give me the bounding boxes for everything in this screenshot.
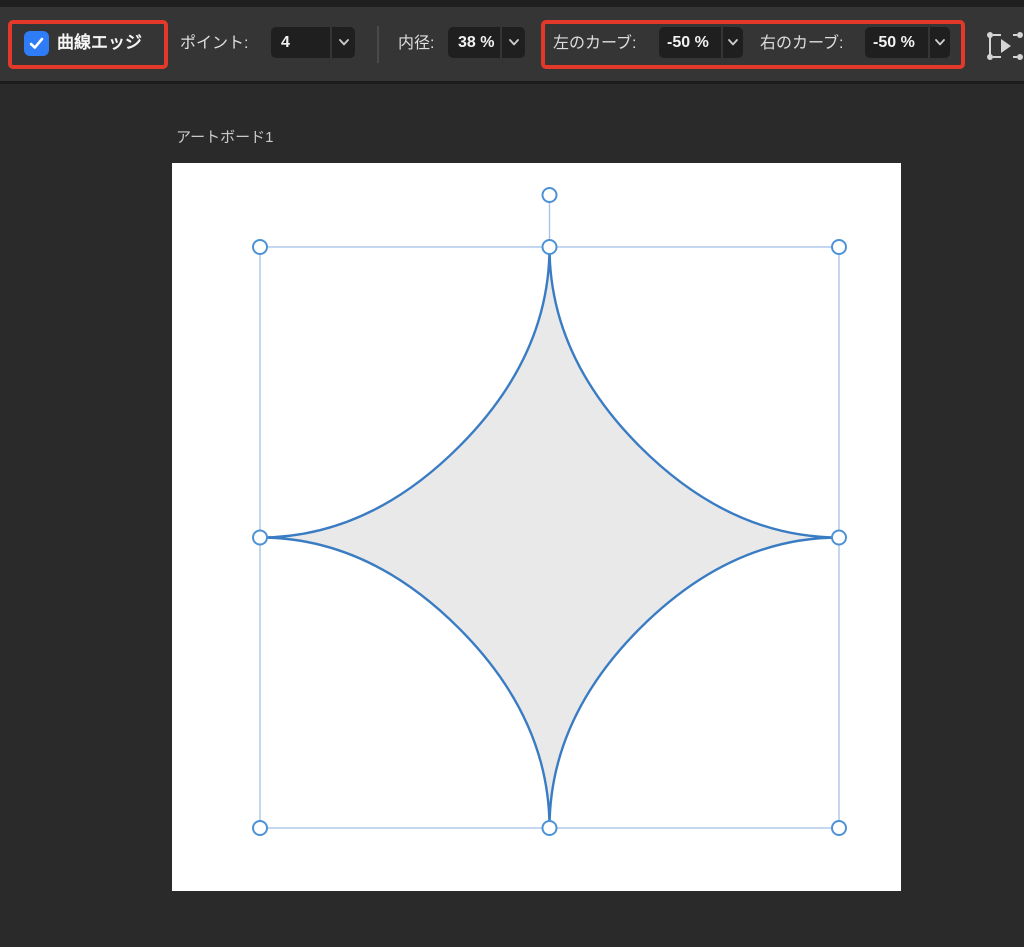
inner-radius-dropdown[interactable]: 38 % — [448, 27, 525, 58]
curved-edges-checkbox[interactable] — [24, 31, 49, 56]
points-value[interactable]: 4 — [271, 27, 330, 58]
artboard[interactable] — [172, 163, 901, 891]
toolbar-separator — [377, 26, 379, 63]
left-curve-dropdown-button[interactable] — [723, 27, 743, 58]
right-curve-label: 右のカーブ: — [760, 35, 844, 52]
right-curve-value[interactable]: -50 % — [865, 27, 928, 58]
canvas-area[interactable]: アートボード1 — [0, 84, 1024, 947]
selection-play-icon — [987, 32, 1023, 60]
right-curve-dropdown-button[interactable] — [930, 27, 950, 58]
points-dropdown-button[interactable] — [332, 27, 355, 58]
chevron-down-icon — [338, 39, 349, 46]
shape-options-toolbar: 曲線エッジ ポイント: 4 内径: 38 % 左のカーブ: -50 % 右のカー… — [0, 7, 1024, 81]
chevron-down-icon — [935, 39, 945, 46]
left-curve-label: 左のカーブ: — [553, 35, 637, 52]
top-strip — [0, 0, 1024, 7]
chevron-down-icon — [508, 39, 519, 46]
inner-radius-label: 内径: — [398, 35, 435, 52]
curved-edges-label: 曲線エッジ — [57, 33, 142, 52]
chevron-down-icon — [728, 39, 738, 46]
points-dropdown[interactable]: 4 — [271, 27, 355, 58]
left-curve-dropdown[interactable]: -50 % — [659, 27, 743, 58]
selection-play-button[interactable] — [986, 28, 1024, 66]
app-window: 曲線エッジ ポイント: 4 内径: 38 % 左のカーブ: -50 % 右のカー… — [0, 0, 1024, 947]
artboard-label[interactable]: アートボード1 — [176, 126, 273, 147]
checkmark-icon — [29, 37, 44, 49]
inner-radius-dropdown-button[interactable] — [502, 27, 525, 58]
inner-radius-value[interactable]: 38 % — [448, 27, 500, 58]
right-curve-dropdown[interactable]: -50 % — [865, 27, 950, 58]
left-curve-value[interactable]: -50 % — [659, 27, 721, 58]
points-label: ポイント: — [180, 35, 249, 52]
